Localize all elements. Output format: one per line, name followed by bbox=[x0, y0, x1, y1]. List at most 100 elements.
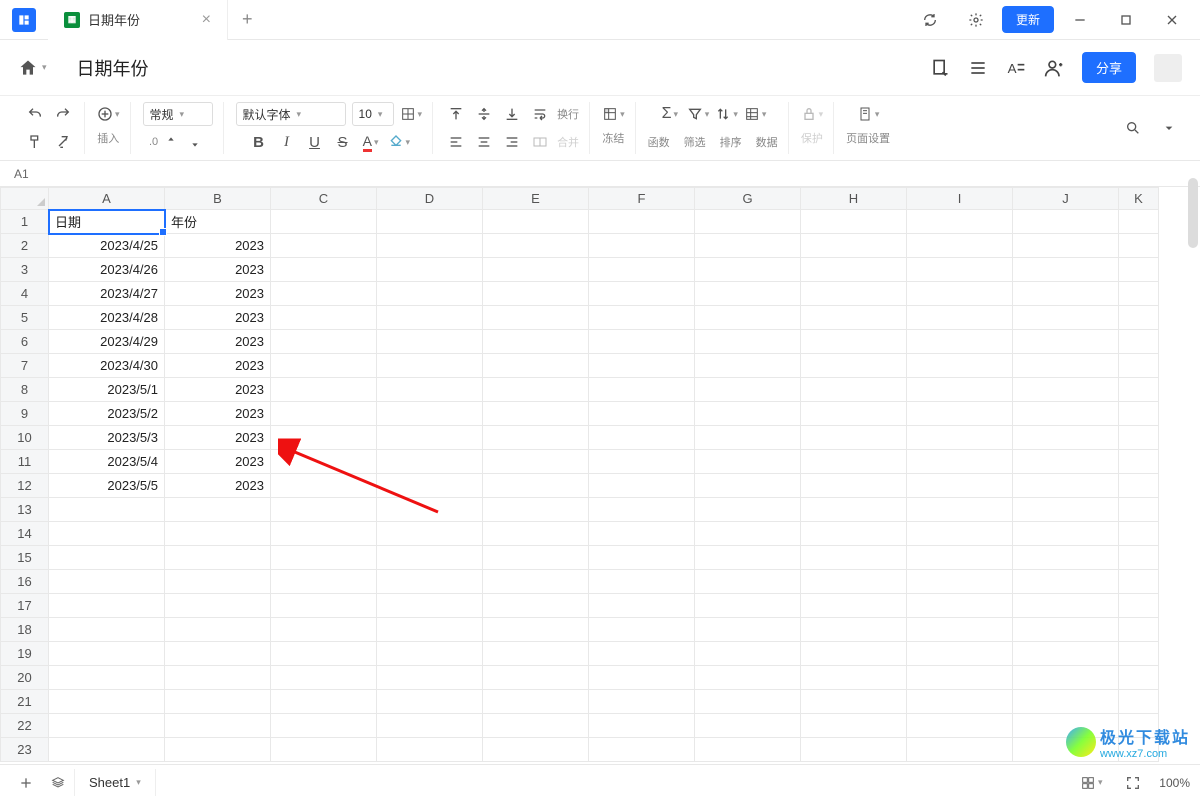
cell[interactable]: 2023 bbox=[165, 426, 271, 450]
cell[interactable] bbox=[271, 738, 377, 762]
cell[interactable] bbox=[1013, 618, 1119, 642]
cell[interactable] bbox=[695, 330, 801, 354]
cell[interactable] bbox=[377, 426, 483, 450]
cell[interactable] bbox=[377, 714, 483, 738]
cell[interactable] bbox=[695, 618, 801, 642]
cell[interactable] bbox=[589, 282, 695, 306]
cell[interactable] bbox=[483, 354, 589, 378]
share-button[interactable]: 分享 bbox=[1082, 52, 1136, 83]
cell[interactable] bbox=[271, 330, 377, 354]
row-header[interactable]: 16 bbox=[1, 570, 49, 594]
new-tab-button[interactable]: + bbox=[228, 9, 267, 30]
cell[interactable] bbox=[483, 210, 589, 234]
cell[interactable] bbox=[377, 330, 483, 354]
cell[interactable] bbox=[695, 306, 801, 330]
cell[interactable]: 2023/5/2 bbox=[49, 402, 165, 426]
font-style-icon[interactable]: A bbox=[1006, 58, 1026, 78]
cell[interactable]: 2023/4/28 bbox=[49, 306, 165, 330]
cell[interactable] bbox=[271, 642, 377, 666]
cell[interactable] bbox=[1119, 306, 1159, 330]
align-middle-icon[interactable] bbox=[473, 103, 495, 125]
increase-decimal-icon[interactable] bbox=[184, 131, 206, 153]
update-button[interactable]: 更新 bbox=[1002, 6, 1054, 33]
cell[interactable] bbox=[483, 402, 589, 426]
format-painter-icon[interactable] bbox=[24, 131, 46, 153]
cell[interactable] bbox=[377, 282, 483, 306]
column-header[interactable]: K bbox=[1119, 188, 1159, 210]
align-left-icon[interactable] bbox=[445, 131, 467, 153]
column-header[interactable]: C bbox=[271, 188, 377, 210]
bold-icon[interactable]: B bbox=[248, 131, 270, 153]
cell[interactable]: 2023 bbox=[165, 474, 271, 498]
cell[interactable] bbox=[801, 714, 907, 738]
cell[interactable] bbox=[377, 474, 483, 498]
cell[interactable] bbox=[271, 690, 377, 714]
function-icon[interactable]: Σ▾ bbox=[659, 103, 681, 125]
row-header[interactable]: 17 bbox=[1, 594, 49, 618]
cell[interactable] bbox=[589, 474, 695, 498]
cell[interactable] bbox=[589, 714, 695, 738]
column-header[interactable]: J bbox=[1013, 188, 1119, 210]
cell[interactable] bbox=[589, 210, 695, 234]
cell[interactable] bbox=[801, 594, 907, 618]
maximize-button[interactable] bbox=[1106, 0, 1146, 40]
row-header[interactable]: 11 bbox=[1, 450, 49, 474]
cell[interactable] bbox=[907, 522, 1013, 546]
cell[interactable] bbox=[271, 306, 377, 330]
cell[interactable] bbox=[165, 522, 271, 546]
cell[interactable]: 2023/4/26 bbox=[49, 258, 165, 282]
cell[interactable] bbox=[589, 402, 695, 426]
cell[interactable] bbox=[695, 570, 801, 594]
row-header[interactable]: 12 bbox=[1, 474, 49, 498]
cell[interactable] bbox=[589, 618, 695, 642]
cell[interactable] bbox=[801, 738, 907, 762]
row-header[interactable]: 9 bbox=[1, 402, 49, 426]
cell[interactable] bbox=[165, 594, 271, 618]
cell[interactable] bbox=[377, 258, 483, 282]
cell[interactable] bbox=[165, 690, 271, 714]
cell[interactable]: 2023 bbox=[165, 354, 271, 378]
cell[interactable] bbox=[483, 594, 589, 618]
scroll-thumb[interactable] bbox=[1188, 178, 1198, 248]
cell[interactable]: 日期 bbox=[49, 210, 165, 234]
cell[interactable] bbox=[271, 426, 377, 450]
cell[interactable] bbox=[377, 306, 483, 330]
cell[interactable] bbox=[695, 426, 801, 450]
cell[interactable] bbox=[907, 714, 1013, 738]
new-doc-icon[interactable] bbox=[930, 58, 950, 78]
row-header[interactable]: 14 bbox=[1, 522, 49, 546]
cell[interactable] bbox=[483, 522, 589, 546]
settings-icon[interactable] bbox=[956, 0, 996, 40]
column-header[interactable]: E bbox=[483, 188, 589, 210]
cell[interactable] bbox=[589, 378, 695, 402]
cell[interactable] bbox=[801, 618, 907, 642]
cell[interactable] bbox=[695, 450, 801, 474]
cell[interactable] bbox=[377, 690, 483, 714]
row-header[interactable]: 18 bbox=[1, 618, 49, 642]
cell[interactable] bbox=[907, 690, 1013, 714]
list-icon[interactable] bbox=[968, 58, 988, 78]
column-header[interactable]: H bbox=[801, 188, 907, 210]
cell[interactable] bbox=[483, 258, 589, 282]
italic-icon[interactable]: I bbox=[276, 131, 298, 153]
minimize-button[interactable] bbox=[1060, 0, 1100, 40]
cell[interactable]: 2023/5/3 bbox=[49, 426, 165, 450]
cell[interactable] bbox=[907, 282, 1013, 306]
cell[interactable] bbox=[271, 522, 377, 546]
cell[interactable] bbox=[271, 570, 377, 594]
cell[interactable]: 年份 bbox=[165, 210, 271, 234]
cell[interactable] bbox=[801, 282, 907, 306]
cell[interactable] bbox=[483, 570, 589, 594]
add-collaborator-icon[interactable] bbox=[1044, 58, 1064, 78]
cell[interactable] bbox=[1013, 450, 1119, 474]
cell[interactable] bbox=[801, 522, 907, 546]
row-header[interactable]: 20 bbox=[1, 666, 49, 690]
cell[interactable]: 2023 bbox=[165, 234, 271, 258]
fullscreen-icon[interactable] bbox=[1117, 767, 1149, 799]
close-window-button[interactable] bbox=[1152, 0, 1192, 40]
cell[interactable] bbox=[801, 666, 907, 690]
cell[interactable] bbox=[1119, 330, 1159, 354]
cell[interactable] bbox=[49, 738, 165, 762]
cell[interactable] bbox=[695, 282, 801, 306]
cell[interactable] bbox=[165, 642, 271, 666]
